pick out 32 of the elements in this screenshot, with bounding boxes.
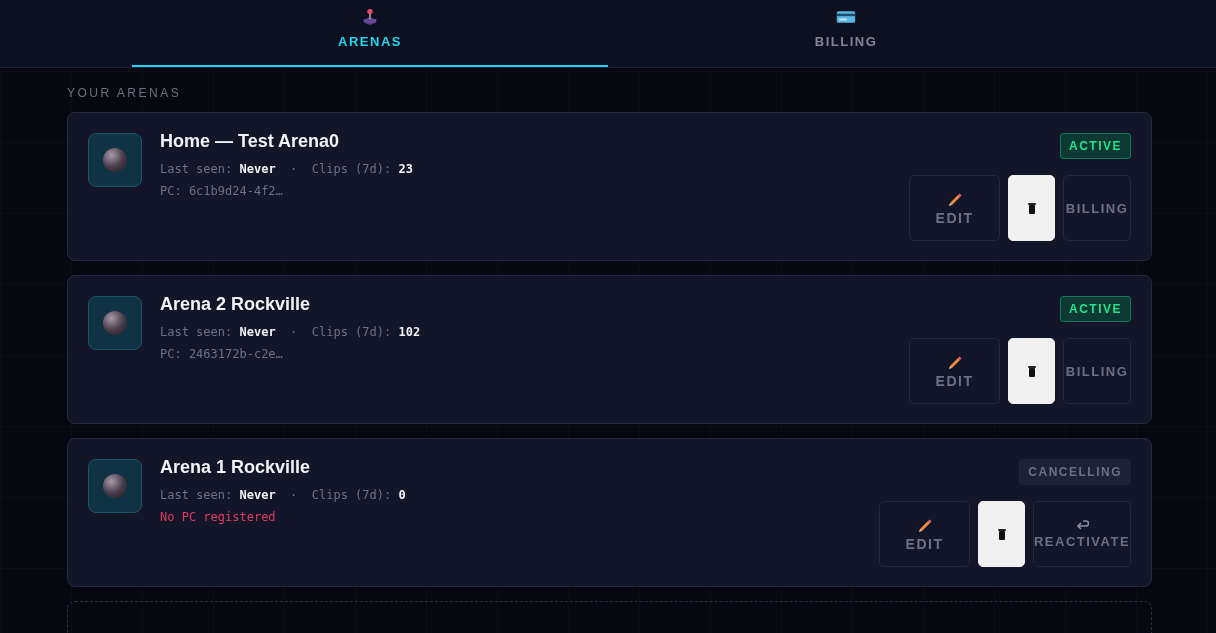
- edit-button[interactable]: EDIT: [909, 338, 1000, 404]
- return-arrow-icon: [1075, 519, 1089, 531]
- sphere-icon: [102, 147, 128, 173]
- trash-icon: [1027, 365, 1036, 377]
- status-badge: ACTIVE: [1060, 296, 1131, 322]
- tab[interactable]: BILLING: [608, 0, 1084, 67]
- arena-stats: Last seen: Never · Clips (7d): 23: [160, 162, 414, 176]
- arena-stats: Last seen: Never · Clips (7d): 102: [160, 325, 422, 339]
- arena-name: Arena 2 Rockville: [160, 294, 312, 315]
- billing-button[interactable]: BILLING: [1063, 338, 1131, 404]
- delete-button[interactable]: [978, 501, 1025, 567]
- sphere-icon: [102, 473, 128, 499]
- trash-icon: [997, 528, 1006, 540]
- pc-warning: No PC registered: [160, 510, 277, 524]
- pc-id: PC: 6c1b9d24-4f2…: [160, 184, 284, 198]
- arena-stats: Last seen: Never · Clips (7d): 0: [160, 488, 407, 502]
- status-badge: CANCELLING: [1019, 459, 1131, 485]
- arena-name: Home — Test Arena0: [160, 131, 341, 152]
- section-label: YOUR ARENAS: [67, 86, 183, 100]
- delete-button[interactable]: [1008, 175, 1055, 241]
- tab[interactable]: ARENAS: [132, 0, 608, 67]
- pc-id: PC: 2463172b-c2e…: [160, 347, 284, 361]
- status-badge: ACTIVE: [1060, 133, 1131, 159]
- reactivate-button[interactable]: REACTIVATE: [1033, 501, 1131, 567]
- edit-button[interactable]: EDIT: [879, 501, 970, 567]
- credit-card-icon: [836, 8, 856, 26]
- sphere-icon: [102, 310, 128, 336]
- delete-button[interactable]: [1008, 338, 1055, 404]
- billing-button[interactable]: BILLING: [1063, 175, 1131, 241]
- arena-name: Arena 1 Rockville: [160, 457, 312, 478]
- edit-button[interactable]: EDIT: [909, 175, 1000, 241]
- trash-icon: [1027, 202, 1036, 214]
